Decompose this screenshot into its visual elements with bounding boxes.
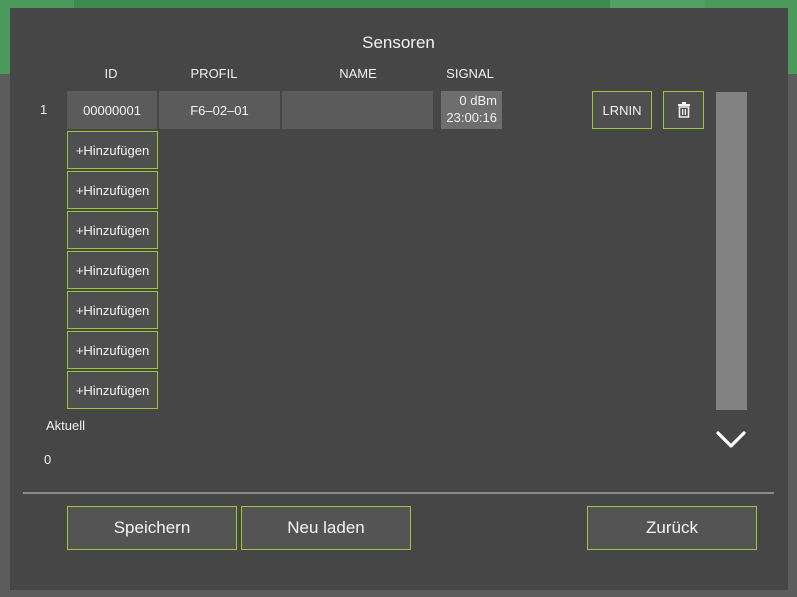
- add-sensor-button-4[interactable]: +Hinzufügen: [67, 251, 158, 289]
- sensor-profile-field[interactable]: F6–02–01: [159, 91, 280, 129]
- column-header-id: ID: [104, 66, 118, 81]
- column-header-profil: PROFIL: [190, 66, 238, 81]
- current-value: 0: [44, 452, 52, 467]
- trash-icon: [677, 102, 690, 118]
- sensor-id-field[interactable]: 00000001: [67, 91, 157, 129]
- learn-in-button[interactable]: LRNIN: [592, 91, 652, 129]
- sensor-signal: 0 dBm 23:00:16: [441, 91, 502, 129]
- add-sensor-button-5[interactable]: +Hinzufügen: [67, 291, 158, 329]
- save-button[interactable]: Speichern: [67, 506, 237, 550]
- add-sensor-button-6[interactable]: +Hinzufügen: [67, 331, 158, 369]
- add-sensor-button-1[interactable]: +Hinzufügen: [67, 131, 158, 169]
- chevron-down-icon[interactable]: [713, 427, 749, 453]
- reload-button[interactable]: Neu laden: [241, 506, 411, 550]
- back-button[interactable]: Zurück: [587, 506, 757, 550]
- add-sensor-button-3[interactable]: +Hinzufügen: [67, 211, 158, 249]
- column-header-signal: SIGNAL: [446, 66, 494, 81]
- scrollbar-track[interactable]: [716, 92, 747, 410]
- column-header-name: NAME: [339, 66, 377, 81]
- add-sensor-button-7[interactable]: +Hinzufügen: [67, 371, 158, 409]
- dialog-title: Sensoren: [362, 33, 435, 52]
- signal-time: 23:00:16: [446, 110, 497, 125]
- footer-divider: [23, 492, 774, 494]
- current-label: Aktuell: [46, 418, 86, 433]
- add-sensor-button-2[interactable]: +Hinzufügen: [67, 171, 158, 209]
- sensor-name-field[interactable]: [282, 91, 433, 129]
- delete-sensor-button[interactable]: [663, 91, 704, 129]
- signal-strength: 0 dBm: [459, 93, 497, 108]
- row-number: 1: [40, 102, 48, 117]
